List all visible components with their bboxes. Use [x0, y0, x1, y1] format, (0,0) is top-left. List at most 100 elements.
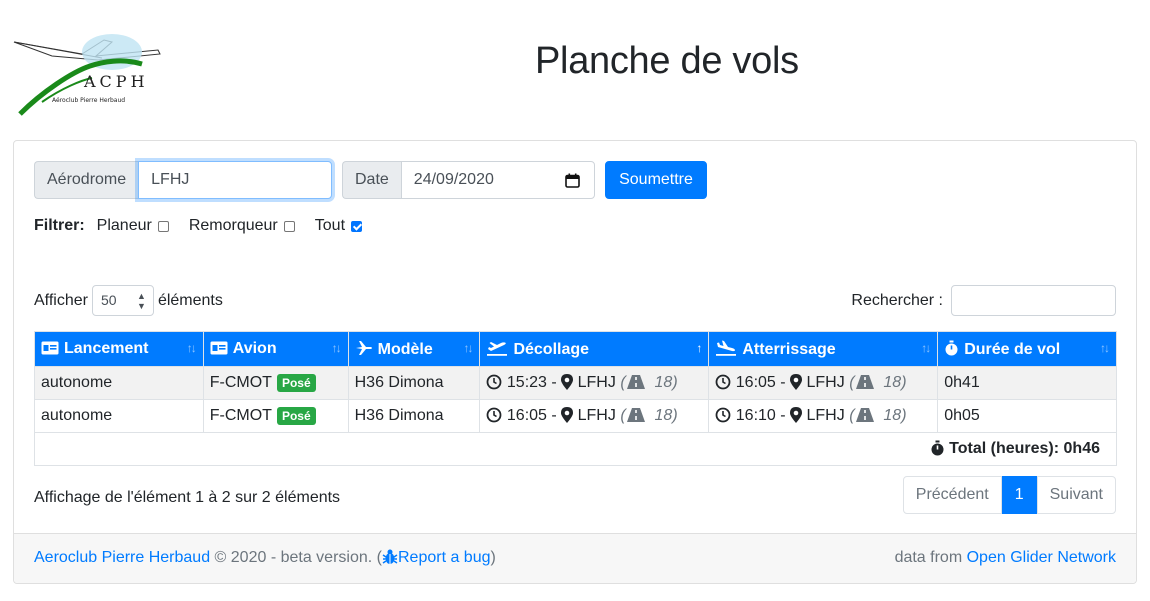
card-footer: Aeroclub Pierre Herbaud © 2020 - beta ve… — [14, 533, 1136, 583]
cell-aircraft: F-CMOT Posé — [202, 366, 349, 400]
club-link[interactable]: Aeroclub Pierre Herbaud — [34, 549, 210, 566]
cell-takeoff: 15:23 - LFHJ ( 18) — [479, 366, 710, 400]
map-marker-icon — [790, 374, 803, 390]
sort-icon: ↑↓ — [463, 341, 473, 355]
table-row[interactable]: autonome F-CMOT Posé H36 Dimona 15:23 - L… — [34, 366, 1117, 400]
filter-label: Filtrer: — [34, 217, 85, 234]
report-bug-link[interactable]: Report a bug — [398, 549, 491, 566]
cell-duration: 0h05 — [937, 399, 1117, 433]
aerodrome-label: Aérodrome — [34, 161, 139, 199]
entries-label: éléments — [157, 291, 223, 309]
cell-takeoff: 16:05 - LFHJ ( 18) — [479, 399, 710, 433]
column-atterrissage[interactable]: Atterrissage ↑↓ — [708, 331, 939, 367]
total-label: Total (heures): 0h46 — [949, 440, 1100, 457]
filter-tout-checkbox[interactable] — [351, 220, 363, 232]
takeoff-field: LFHJ — [577, 407, 616, 424]
id-card-icon — [41, 341, 59, 355]
table-header-row: Lancement ↑↓ Avion ↑↓ Modèle ↑↓ Décollag… — [34, 331, 1117, 367]
sort-icon: ↑↓ — [186, 341, 197, 355]
submit-button[interactable]: Soumettre — [605, 161, 707, 199]
clock-icon — [715, 407, 731, 423]
column-lancement-label: Lancement — [64, 340, 149, 357]
sort-icon: ↑↓ — [331, 341, 342, 355]
flights-table: Lancement ↑↓ Avion ↑↓ Modèle ↑↓ Décollag… — [34, 331, 1117, 466]
clock-icon — [715, 374, 731, 390]
filter-remorqueur-label: Remorqueur — [188, 217, 278, 234]
aircraft-reg: F-CMOT — [209, 407, 272, 424]
filter-remorqueur[interactable]: Remorqueur — [189, 217, 295, 235]
table-row[interactable]: autonome F-CMOT Posé H36 Dimona 16:05 - L… — [34, 399, 1117, 433]
landing-field: LFHJ — [806, 374, 845, 391]
aerodrome-group: Aérodrome LFHJ — [34, 161, 333, 199]
plane-icon — [355, 340, 372, 355]
bug-icon[interactable] — [382, 549, 398, 565]
page-length-select[interactable]: 50 ▲ ▼ — [91, 285, 154, 316]
map-marker-icon — [561, 407, 574, 423]
map-marker-icon — [790, 407, 803, 423]
date-input[interactable]: 24/09/2020 — [400, 161, 595, 199]
sort-icon: ↑↓ — [921, 341, 931, 355]
takeoff-field: LFHJ — [577, 374, 616, 391]
pagination-page-1[interactable]: 1 — [1001, 476, 1037, 514]
search-label: Rechercher : — [851, 291, 943, 309]
filter-tout-label: Tout — [314, 217, 346, 234]
show-label: Afficher — [34, 291, 88, 309]
stopwatch-icon — [931, 440, 944, 456]
filter-remorqueur-checkbox[interactable] — [283, 220, 295, 232]
date-label: Date — [342, 161, 401, 199]
page-length-value: 50 — [100, 292, 117, 308]
search-input[interactable] — [951, 285, 1116, 316]
calendar-icon[interactable] — [564, 173, 580, 188]
road-icon — [626, 408, 645, 422]
aerodrome-input[interactable]: LFHJ — [138, 161, 333, 199]
filter-planeur[interactable]: Planeur — [97, 217, 169, 235]
footer-left: Aeroclub Pierre Herbaud © 2020 - beta ve… — [34, 549, 496, 567]
filter-tout[interactable]: Tout — [314, 217, 363, 235]
filter-planeur-checkbox[interactable] — [157, 220, 169, 232]
total-cell: Total (heures): 0h46 — [34, 432, 1117, 466]
cell-duration: 0h41 — [937, 366, 1117, 400]
cell-aircraft: F-CMOT Posé — [202, 399, 349, 433]
column-modele[interactable]: Modèle ↑↓ — [347, 331, 481, 367]
column-modele-label: Modèle — [377, 340, 433, 358]
plane-departure-icon — [487, 341, 508, 356]
column-avion[interactable]: Avion ↑↓ — [202, 331, 349, 367]
road-icon — [855, 375, 874, 389]
cell-launch: autonome — [34, 366, 204, 400]
date-value: 24/09/2020 — [413, 171, 494, 188]
table-info: Affichage de l'élément 1 à 2 sur 2 éléme… — [34, 489, 341, 506]
road-icon — [855, 408, 874, 422]
landing-time: 16:05 — [735, 374, 776, 391]
clock-icon — [487, 407, 502, 423]
column-lancement[interactable]: Lancement ↑↓ — [34, 331, 204, 367]
map-marker-icon — [561, 374, 574, 390]
date-group: Date 24/09/2020 — [342, 161, 595, 199]
takeoff-runway: 18 — [654, 407, 673, 424]
select-arrows-icon: ▲ ▼ — [137, 291, 146, 311]
cell-model: H36 Dimona — [347, 366, 481, 400]
filter-planeur-label: Planeur — [96, 217, 152, 234]
svg-text:Aéroclub Pierre Herbaud: Aéroclub Pierre Herbaud — [52, 97, 125, 104]
cell-landing: 16:05 - LFHJ ( 18) — [708, 366, 939, 400]
cell-landing: 16:10 - LFHJ ( 18) — [708, 399, 939, 433]
sort-asc-icon: ↑ — [696, 341, 702, 355]
data-from-text: data from — [894, 549, 963, 566]
footer-right: data from Open Glider Network — [895, 549, 1116, 567]
stopwatch-icon — [945, 340, 958, 355]
ogn-link[interactable]: Open Glider Network — [967, 549, 1116, 566]
landing-time: 16:10 — [735, 407, 776, 424]
pagination: Précédent 1 Suivant — [902, 476, 1116, 514]
takeoff-runway: 18 — [654, 374, 673, 391]
filters: Filtrer: Planeur Remorqueur Tout — [34, 217, 382, 235]
column-atterrissage-label: Atterrissage — [742, 340, 836, 358]
takeoff-time: 15:23 — [506, 374, 547, 391]
acph-logo: ACPH Aéroclub Pierre Herbaud — [13, 34, 161, 116]
status-badge: Posé — [276, 407, 316, 425]
id-card-icon — [210, 341, 228, 355]
table-search: Rechercher : — [851, 285, 1116, 316]
page-title: Planche de vols — [535, 40, 799, 82]
column-duree[interactable]: Durée de vol ↑↓ — [937, 331, 1117, 367]
pagination-previous[interactable]: Précédent — [902, 476, 1002, 514]
pagination-next[interactable]: Suivant — [1036, 476, 1116, 514]
column-decollage[interactable]: Décollage ↑ — [479, 331, 710, 367]
